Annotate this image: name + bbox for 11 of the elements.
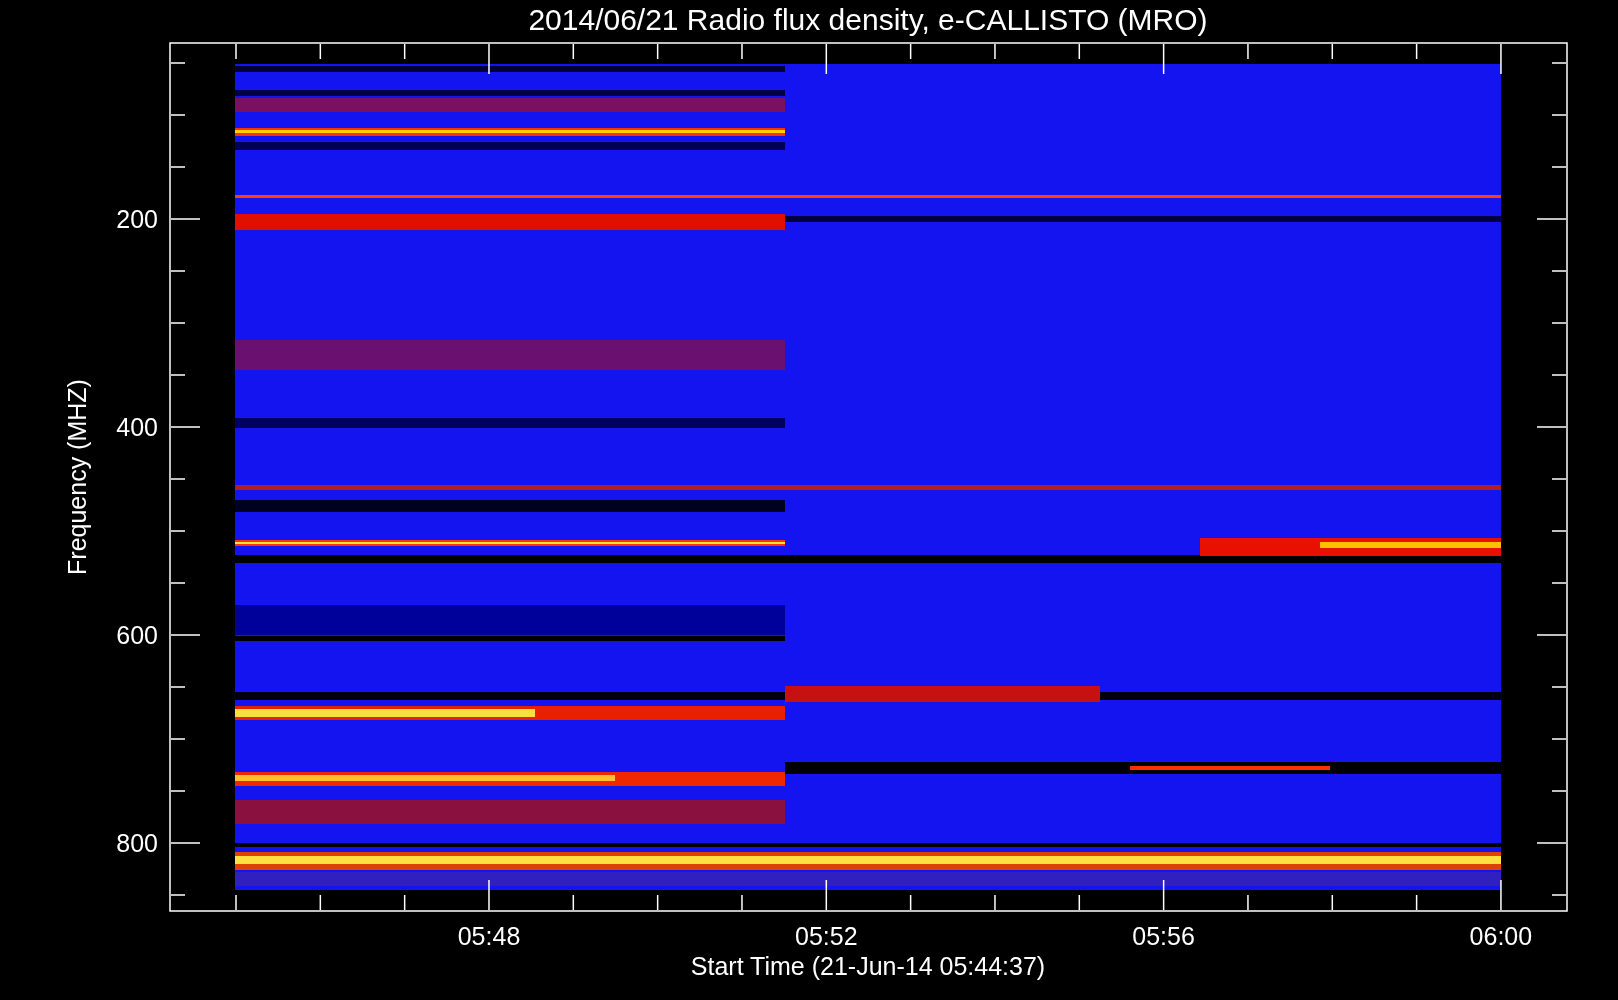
x-tick-label: 05:56: [1132, 922, 1195, 950]
y-tick-label: 800: [116, 829, 158, 857]
y-axis-label: Frequency (MHZ): [63, 379, 91, 575]
y-tick-label: 200: [116, 205, 158, 233]
x-tick-label: 05:48: [457, 922, 521, 950]
x-axis-label: Start Time (21-Jun-14 05:44:37): [690, 952, 1046, 980]
x-tick-label: 05:52: [795, 922, 858, 950]
y-tick-label: 400: [116, 413, 158, 441]
plot-title: 2014/06/21 Radio flux density, e-CALLISTO (MRO): [528, 3, 1208, 36]
x-tick-label: 06:00: [1469, 922, 1533, 950]
y-tick-label: 600: [116, 621, 158, 649]
